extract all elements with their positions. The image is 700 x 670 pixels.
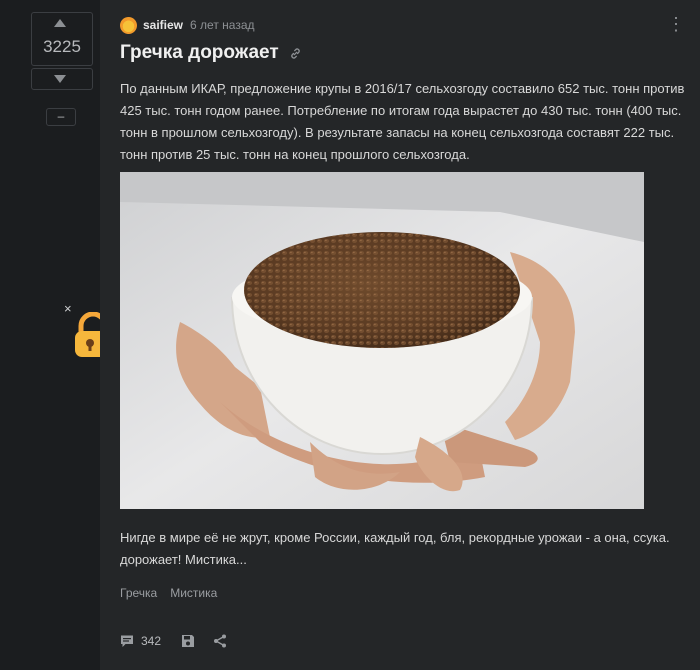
- tag-list: Гречка Мистика: [120, 586, 230, 600]
- lock-icon[interactable]: [69, 312, 100, 360]
- post-title[interactable]: Гречка дорожает: [120, 42, 279, 64]
- post-caption: Нигде в мире её не жрут, кроме России, к…: [120, 530, 670, 567]
- post-image[interactable]: [120, 172, 644, 509]
- tag-grechka[interactable]: Гречка: [120, 586, 157, 600]
- link-icon[interactable]: [289, 47, 302, 60]
- share-icon[interactable]: [213, 634, 227, 648]
- post-card: saifiew 6 лет назад ⋮ Гречка дорожает По…: [100, 0, 700, 670]
- post-body: По данным ИКАР, предложение крупы в 2016…: [120, 81, 685, 162]
- more-vertical-icon[interactable]: ⋮: [667, 14, 686, 35]
- author-link[interactable]: saifiew: [143, 18, 183, 32]
- chevron-down-icon: [54, 75, 66, 83]
- post-meta: saifiew 6 лет назад: [120, 16, 255, 34]
- vote-column: 3225 – ×: [0, 0, 100, 670]
- tag-mistika[interactable]: Мистика: [170, 586, 217, 600]
- rating-score: 3225: [43, 37, 81, 56]
- chevron-up-icon[interactable]: [54, 19, 66, 27]
- vote-box: 3225: [31, 12, 93, 66]
- post-footer: 342: [120, 634, 227, 648]
- post-time: 6 лет назад: [190, 18, 255, 32]
- minus-button[interactable]: –: [46, 108, 76, 126]
- comment-icon[interactable]: [120, 634, 134, 648]
- vote-down-button[interactable]: [31, 68, 93, 90]
- avatar[interactable]: [120, 16, 137, 34]
- save-icon[interactable]: [181, 634, 195, 648]
- comments-count[interactable]: 342: [141, 634, 161, 648]
- post-title-row: Гречка дорожает: [120, 42, 302, 64]
